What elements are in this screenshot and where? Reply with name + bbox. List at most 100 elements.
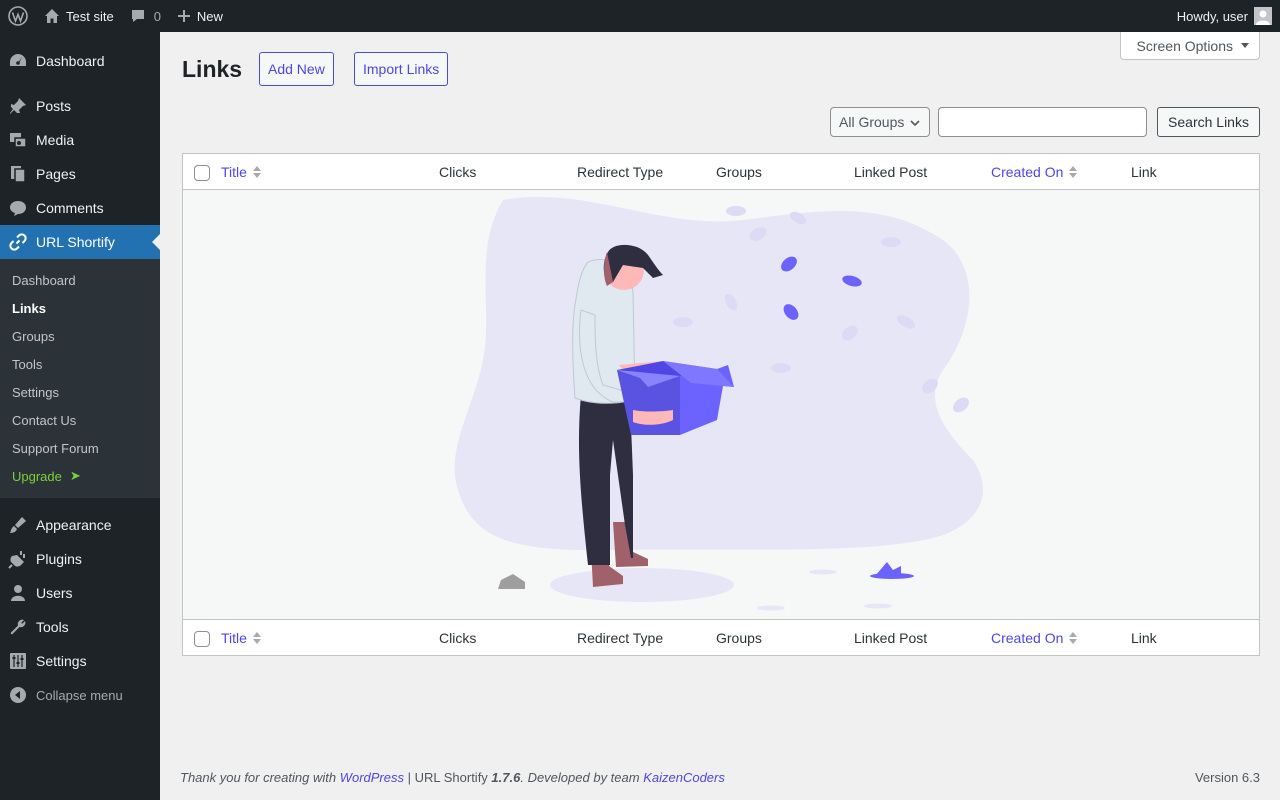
table-header: Title Clicks Redirect Type Groups Linked… bbox=[183, 154, 1259, 190]
kaizencoders-link[interactable]: KaizenCoders bbox=[643, 770, 725, 785]
submenu-tools[interactable]: Tools bbox=[0, 350, 160, 378]
submenu-groups[interactable]: Groups bbox=[0, 322, 160, 350]
plus-icon bbox=[177, 9, 191, 23]
caret-down-icon bbox=[1241, 43, 1249, 48]
column-label: Title bbox=[221, 629, 247, 646]
menu-label: Media bbox=[36, 132, 75, 148]
plugin-version: 1.7.6 bbox=[491, 770, 521, 785]
user-icon bbox=[0, 583, 36, 603]
menu-media[interactable]: Media bbox=[0, 123, 160, 157]
url-shortify-submenu: Dashboard Links Groups Tools Settings Co… bbox=[0, 259, 160, 498]
menu-plugins[interactable]: Plugins bbox=[0, 542, 160, 576]
submenu-settings[interactable]: Settings bbox=[0, 378, 160, 406]
column-link-footer: Link bbox=[1131, 629, 1157, 646]
sort-icon bbox=[252, 165, 261, 178]
dashboard-icon bbox=[0, 51, 36, 71]
links-table: Title Clicks Redirect Type Groups Linked… bbox=[182, 153, 1260, 656]
howdy-text: Howdy, user bbox=[1176, 8, 1248, 24]
link-icon bbox=[0, 232, 36, 252]
menu-posts[interactable]: Posts bbox=[0, 89, 160, 123]
submenu-contact-us[interactable]: Contact Us bbox=[0, 406, 160, 434]
sort-icon bbox=[1069, 631, 1078, 644]
select-all-checkbox[interactable] bbox=[194, 165, 210, 181]
column-clicks-footer: Clicks bbox=[439, 629, 477, 646]
wrench-icon bbox=[0, 617, 36, 637]
upgrade-label: Upgrade bbox=[12, 468, 62, 484]
column-link-header: Link bbox=[1131, 163, 1157, 180]
menu-pages[interactable]: Pages bbox=[0, 157, 160, 191]
footer-thanks: Thank you for creating with WordPress | … bbox=[180, 770, 725, 785]
column-groups-header: Groups bbox=[716, 163, 762, 180]
comments-link[interactable]: 0 bbox=[122, 0, 169, 32]
column-redirect-type-header: Redirect Type bbox=[577, 163, 664, 180]
column-created-on-footer[interactable]: Created On bbox=[991, 629, 1078, 646]
groups-filter-select[interactable]: All Groups bbox=[830, 107, 930, 137]
import-links-button[interactable]: Import Links bbox=[354, 52, 449, 86]
menu-dashboard[interactable]: Dashboard bbox=[0, 44, 160, 78]
search-input[interactable] bbox=[938, 107, 1147, 137]
column-groups-footer: Groups bbox=[716, 629, 762, 646]
comments-count: 0 bbox=[153, 8, 161, 24]
submenu-support-forum[interactable]: Support Forum bbox=[0, 434, 160, 462]
column-clicks-header: Clicks bbox=[439, 163, 477, 180]
screen-options-label: Screen Options bbox=[1136, 37, 1234, 54]
pages-icon bbox=[0, 164, 36, 184]
new-label: New bbox=[196, 8, 223, 24]
my-account[interactable]: Howdy, user bbox=[1177, 7, 1280, 25]
column-label: Created On bbox=[991, 629, 1064, 646]
site-name-link[interactable]: Test site bbox=[36, 0, 122, 32]
add-new-button[interactable]: Add New bbox=[259, 52, 334, 86]
menu-url-shortify[interactable]: URL Shortify bbox=[0, 225, 160, 259]
sliders-icon bbox=[0, 651, 36, 671]
admin-bar: Test site 0 New Howdy, user bbox=[0, 0, 1280, 32]
column-created-on-header[interactable]: Created On bbox=[991, 164, 1078, 180]
menu-label: Comments bbox=[36, 200, 104, 216]
screen-options-button[interactable]: Screen Options bbox=[1119, 32, 1260, 60]
submenu-dashboard[interactable]: Dashboard bbox=[0, 266, 160, 294]
media-icon bbox=[0, 130, 36, 150]
collapse-arrow-icon bbox=[0, 686, 36, 704]
menu-label: Users bbox=[36, 585, 73, 601]
menu-tools[interactable]: Tools bbox=[0, 610, 160, 644]
comment-icon bbox=[130, 8, 146, 24]
column-title-header[interactable]: Title bbox=[221, 164, 261, 180]
site-name: Test site bbox=[66, 8, 114, 24]
collapse-label: Collapse menu bbox=[36, 687, 123, 703]
footer-dev: . Developed by team bbox=[520, 770, 644, 785]
home-icon bbox=[44, 8, 60, 24]
empty-box-illustration bbox=[454, 196, 983, 611]
wordpress-link[interactable]: WordPress bbox=[340, 770, 404, 785]
menu-label: Dashboard bbox=[36, 53, 105, 69]
menu-comments[interactable]: Comments bbox=[0, 191, 160, 225]
wp-version: Version 6.3 bbox=[1194, 770, 1260, 785]
submenu-links[interactable]: Links bbox=[0, 294, 160, 322]
column-label: Title bbox=[221, 163, 247, 180]
comment-icon bbox=[0, 198, 36, 218]
groups-select-value: All Groups bbox=[839, 114, 905, 130]
chevron-down-icon bbox=[909, 116, 921, 132]
menu-settings[interactable]: Settings bbox=[0, 644, 160, 678]
menu-appearance[interactable]: Appearance bbox=[0, 508, 160, 542]
submenu-upgrade[interactable]: Upgrade ➤ bbox=[0, 462, 160, 490]
column-redirect-type-footer: Redirect Type bbox=[577, 629, 664, 646]
new-content-link[interactable]: New bbox=[169, 0, 231, 32]
column-title-footer[interactable]: Title bbox=[221, 630, 261, 646]
footer-prefix: Thank you for creating with bbox=[180, 770, 340, 785]
pin-icon bbox=[0, 96, 36, 116]
menu-label: Appearance bbox=[36, 517, 112, 533]
sort-icon bbox=[252, 631, 261, 644]
search-links-button[interactable]: Search Links bbox=[1157, 107, 1260, 137]
menu-label: Settings bbox=[36, 653, 87, 669]
sort-icon bbox=[1069, 165, 1078, 178]
collapse-menu-button[interactable]: Collapse menu bbox=[0, 678, 160, 712]
admin-menu: Dashboard Posts Media Pages Comments URL… bbox=[0, 32, 160, 800]
column-linked-post-header: Linked Post bbox=[854, 163, 928, 180]
upgrade-arrow-icon: ➤ bbox=[69, 468, 81, 483]
menu-label: Pages bbox=[36, 166, 76, 182]
menu-label: URL Shortify bbox=[36, 234, 115, 250]
select-all-checkbox-footer[interactable] bbox=[194, 631, 210, 647]
brush-icon bbox=[0, 515, 36, 535]
wordpress-logo-icon[interactable] bbox=[0, 0, 36, 32]
admin-footer: Thank you for creating with WordPress | … bbox=[180, 770, 1260, 785]
menu-users[interactable]: Users bbox=[0, 576, 160, 610]
